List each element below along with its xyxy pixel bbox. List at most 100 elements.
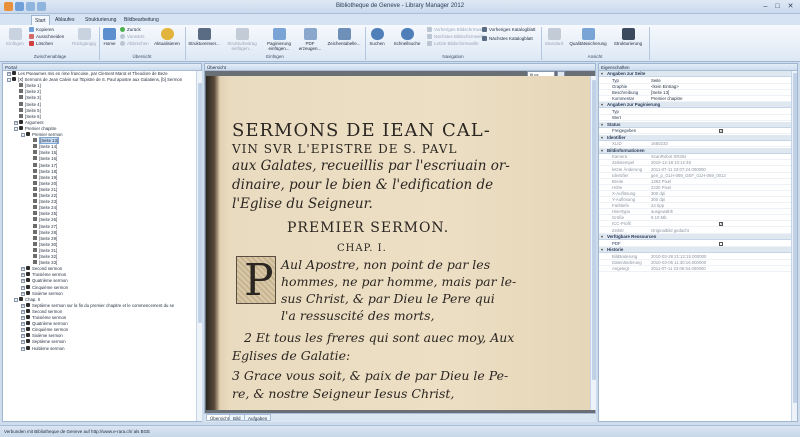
property-key: PDF [612,240,621,246]
property-section-header[interactable]: Angaben zur Seite [599,71,791,77]
window-title: Bibliotheque de Geneve - Library Manager… [335,3,465,9]
viewer-title: Übersicht [205,64,595,71]
properties-scrollbar-thumb[interactable] [793,73,797,403]
ausschneiden-button[interactable]: Ausschneiden [29,34,64,40]
properties-panel-title: Eigenschaften [599,64,797,71]
zeichentabelle-button[interactable]: Zeichentabelle... [325,28,363,46]
loeschen-button[interactable]: Löschen [29,41,53,47]
property-section-header[interactable]: Status [599,121,791,128]
tree-item-label: [Seite 6] [25,113,41,119]
property-section-header[interactable]: Verfügbare Ressourcen [599,234,791,241]
property-row[interactable]: Freigegeben ✓ [599,128,791,135]
collapse-icon[interactable]: - [14,297,18,302]
zurueck-button[interactable]: Zurück [120,27,141,33]
expand-icon[interactable]: + [21,322,25,327]
struktureinser-button[interactable]: Struktureinser... [187,28,221,46]
aktualisieren-button[interactable]: Aktualisieren [152,28,182,46]
expand-icon[interactable]: + [21,279,25,284]
maximize-button[interactable]: □ [772,2,783,11]
home-button[interactable]: Home [101,28,118,46]
paginierung-button[interactable]: Paginierung einfügen... [263,28,295,51]
kopieren-button[interactable]: Kopieren [29,27,54,33]
strukturbeitrag-button[interactable]: Strukturbeitrag einfügen... [223,28,261,51]
tree-item-label: Septième sermon sur la fin du premier ch… [32,302,175,308]
rueckgaengig-button[interactable]: Rückgängig [69,28,99,46]
tab-ablaufes[interactable]: Ablaufes [52,15,77,25]
expand-icon[interactable]: + [21,285,25,290]
properties-scrollbar[interactable] [791,71,797,421]
expand-icon[interactable]: + [21,328,25,333]
book-icon [26,132,30,136]
collapse-icon[interactable]: - [7,78,11,83]
expand-icon[interactable]: + [21,340,25,345]
vorheriges-bild-button[interactable]: Vorheriges Bildschrmwelle [427,27,487,33]
strukturierung-view-button[interactable]: Strukturierung [610,28,646,46]
expand-icon[interactable]: + [21,291,25,296]
property-section-header[interactable]: Angaben zur Paginierung [599,102,791,109]
collapse-icon[interactable]: - [21,133,25,137]
tab-start[interactable]: Start [31,15,50,25]
suchen-button[interactable]: Suchen [367,28,387,46]
group-label-zwischenablage: Zwischenablage [33,54,67,59]
page-icon [33,205,37,210]
abbrechen-button[interactable]: Abbrechen [120,41,149,47]
standard-view-icon [547,28,561,40]
pdf-button[interactable]: PDF erzeugen... [297,28,323,51]
tab-strukturierung[interactable]: Strukturierung [82,15,119,25]
expand-icon[interactable]: + [21,334,25,339]
vorwaerts-button[interactable]: Vorwärts [120,34,145,40]
property-row[interactable]: PDF [599,241,791,247]
expand-icon[interactable]: + [14,120,18,125]
viewer-tab-aufgaben[interactable]: Aufgaben [244,414,272,421]
naechstes-bild-button[interactable]: Nächstes Bildschirmwelle [427,34,485,40]
portal-scrollbar[interactable] [196,71,202,421]
property-section-header[interactable]: Identifier [599,134,791,141]
checkbox-checked[interactable]: ✓ [719,129,723,134]
vorheriges-katalogblatt-button[interactable]: Vorheriges Katalogblatt [482,27,536,33]
collapse-icon[interactable]: - [14,126,18,131]
expand-icon[interactable]: + [21,273,25,278]
expand-icon[interactable]: + [21,346,25,351]
einfuegen-button[interactable]: Einfügen [4,28,26,46]
property-section-header[interactable]: Historie [599,247,791,254]
tree-item-label: Quatrième sermon [32,321,68,327]
property-value: Originalbild gedacht [651,227,689,233]
letzte-bild-button[interactable]: Letzte Bildschirmwelle [427,41,479,47]
scan-line: Eglises de Galatie: [232,348,351,363]
standard-view-button[interactable]: Standard [543,28,565,46]
tab-bildbearbeitung[interactable]: Bildbearbeitung [121,15,162,25]
tree-item-label: Septième sermon [32,339,66,345]
back-icon [120,27,125,32]
page-icon [33,254,37,258]
portal-scrollbar-thumb[interactable] [198,83,202,323]
expand-icon[interactable]: + [21,309,25,314]
copy-icon [29,27,34,32]
schnellsuche-button[interactable]: Schnellsuche [390,28,424,46]
expand-icon[interactable]: + [7,72,11,76]
tree-item-label: [Seite 14] [39,144,58,150]
expand-icon[interactable]: + [21,316,25,320]
viewer-scrollbar-thumb[interactable] [592,80,596,380]
tree-item-label: Sixième sermon [32,290,63,296]
tree-item-label: [Seite 22] [39,193,58,198]
property-value[interactable]: Premier chapitre [651,96,683,102]
minimize-button[interactable]: – [760,2,771,11]
viewer-tab-bild[interactable]: Bild [229,414,245,421]
qualitaetssicherung-button[interactable]: Qualitätssicherung [568,28,608,46]
property-row[interactable]: Wert [599,115,791,122]
page-icon [33,199,37,204]
quick-search-icon [400,28,414,40]
scan-line: sus Christ, & par Dieu le Pere qui [281,291,495,306]
expand-icon[interactable]: + [21,303,25,308]
page-icon [33,150,37,155]
property-section-header[interactable]: Bildinformationen [599,147,791,154]
tree-item[interactable]: + Huitième sermon [21,345,64,352]
tree-item-label: Cinquième sermon [32,284,69,290]
naechstes-katalogblatt-button[interactable]: Nächstes Katalogblatt [482,36,533,42]
expand-icon[interactable]: + [21,267,25,272]
property-row[interactable]: Kommentar Premier chapitre [599,96,791,102]
quality-assurance-icon [581,28,595,40]
close-button[interactable]: ✕ [785,2,796,11]
viewer-scrollbar[interactable] [590,76,596,410]
checkbox-unchecked[interactable] [719,241,723,246]
